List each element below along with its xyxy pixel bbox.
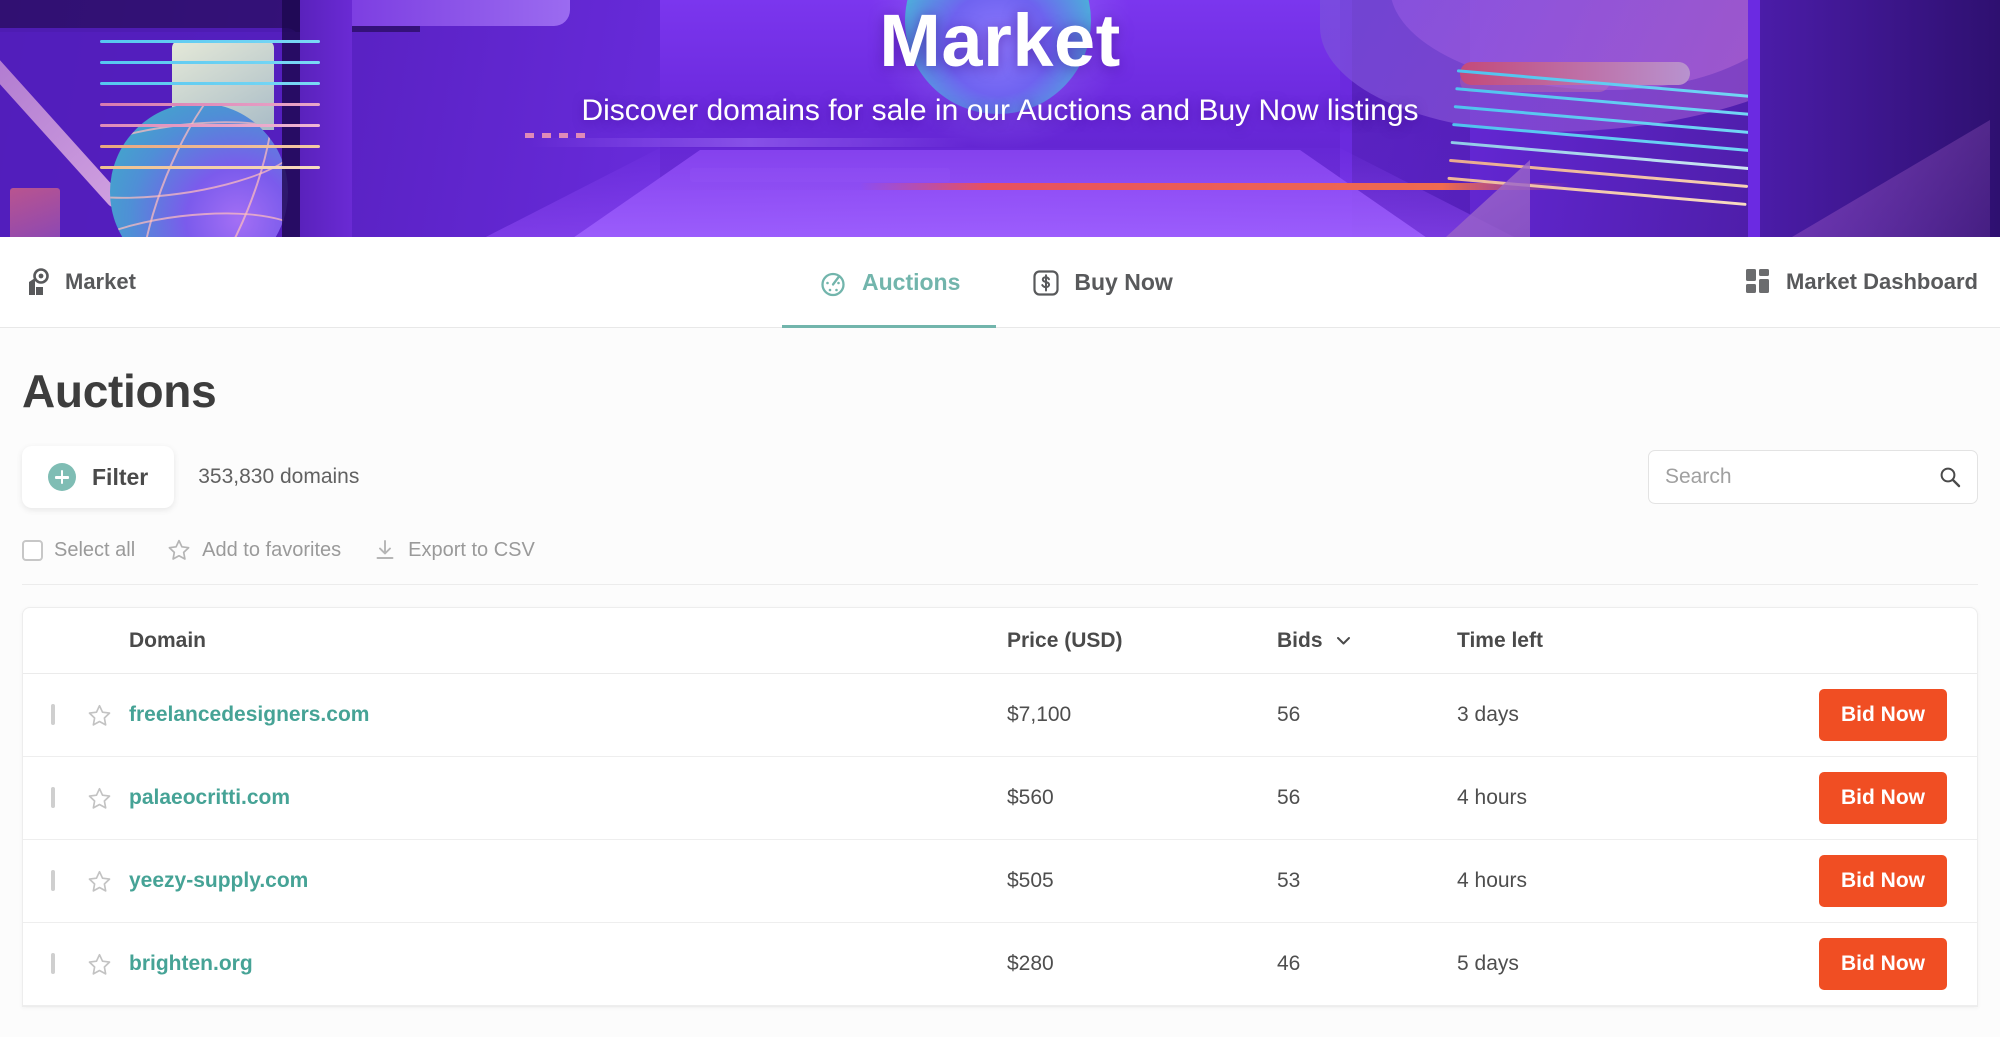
bid-now-button[interactable]: Bid Now [1819,772,1947,824]
row-checkbox[interactable] [51,953,55,974]
hero-banner: Market Discover domains for sale in our … [0,0,2000,237]
star-icon[interactable] [87,869,129,894]
row-checkbox[interactable] [51,870,55,891]
domain-link[interactable]: brighten.org [129,952,253,975]
domain-link[interactable]: yeezy-supply.com [129,869,308,892]
nav-tabs: Auctions Buy Now [782,237,1209,328]
table-header-row: Domain Price (USD) Bids Time left [23,608,1977,674]
select-all-label: Select all [54,539,135,562]
table-row: freelancedesigners.com $7,100 56 3 days … [23,674,1977,757]
chevron-down-icon[interactable] [1335,632,1352,649]
tab-buy-now[interactable]: Buy Now [996,237,1208,328]
download-icon [373,538,397,562]
bid-now-button[interactable]: Bid Now [1819,938,1947,990]
star-icon[interactable] [87,952,129,977]
domain-link[interactable]: palaeocritti.com [129,786,290,809]
market-dashboard-label: Market Dashboard [1786,269,1978,295]
bids-value: 53 [1277,869,1300,893]
filter-label: Filter [92,464,148,491]
time-left-value: 4 hours [1457,786,1527,809]
search-icon[interactable] [1939,466,1961,488]
tab-buy-now-label: Buy Now [1074,269,1172,296]
main-navbar: Market Auctions [0,237,2000,328]
add-to-favorites-action[interactable]: Add to favorites [167,538,341,562]
hero-subtitle: Discover domains for sale in our Auction… [581,94,1418,128]
domain-link[interactable]: freelancedesigners.com [129,703,369,726]
auctions-table: Domain Price (USD) Bids Time left [22,607,1978,1007]
search-box[interactable] [1648,450,1978,504]
filter-button[interactable]: Filter [22,446,174,508]
time-left-value: 4 hours [1457,869,1527,892]
hero-title: Market [879,2,1121,80]
column-header-price[interactable]: Price (USD) [1007,629,1123,652]
tab-auctions-label: Auctions [862,269,960,296]
grid-dashboard-icon [1746,269,1772,295]
domain-count: 353,830 domains [198,465,359,489]
table-row: brighten.org $280 46 5 days Bid Now [23,923,1977,1006]
market-dashboard-link[interactable]: Market Dashboard [1746,269,1978,295]
row-checkbox[interactable] [51,704,55,725]
search-input[interactable] [1649,451,1919,503]
price-value: $505 [1007,869,1054,892]
checkbox-icon[interactable] [22,540,43,561]
table-row: yeezy-supply.com $505 53 4 hours Bid Now [23,840,1977,923]
plus-circle-icon [48,463,76,491]
price-value: $7,100 [1007,703,1071,726]
tab-auctions[interactable]: Auctions [782,237,996,328]
price-value: $560 [1007,786,1054,809]
bid-now-button[interactable]: Bid Now [1819,855,1947,907]
select-all-action[interactable]: Select all [22,539,135,562]
star-icon[interactable] [87,703,129,728]
price-value: $280 [1007,952,1054,975]
brand-market[interactable]: Market [22,267,136,297]
brand-label: Market [65,269,136,295]
toolbar: Filter 353,830 domains [22,446,1978,508]
bids-value: 46 [1277,952,1300,976]
page-title: Auctions [22,328,1978,418]
time-left-value: 3 days [1457,703,1519,726]
hero-text-block: Market Discover domains for sale in our … [0,0,2000,237]
market-pin-icon [22,267,52,297]
stopwatch-icon [818,268,848,298]
bids-value: 56 [1277,703,1300,727]
row-checkbox[interactable] [51,787,55,808]
export-to-csv-action[interactable]: Export to CSV [373,538,535,562]
export-to-csv-label: Export to CSV [408,539,535,562]
time-left-value: 5 days [1457,952,1519,975]
bid-now-button[interactable]: Bid Now [1819,689,1947,741]
page-content: Auctions Filter 353,830 domains Select a… [0,328,2000,1037]
table-row: palaeocritti.com $560 56 4 hours Bid Now [23,757,1977,840]
star-icon [167,538,191,562]
column-header-time-left[interactable]: Time left [1457,629,1543,652]
bulk-actions: Select all Add to favorites Export to CS… [22,538,1978,585]
column-header-bids[interactable]: Bids [1277,629,1323,653]
bids-value: 56 [1277,786,1300,810]
add-to-favorites-label: Add to favorites [202,539,341,562]
dollar-square-icon [1032,269,1060,297]
star-icon[interactable] [87,786,129,811]
column-header-domain[interactable]: Domain [129,629,206,652]
